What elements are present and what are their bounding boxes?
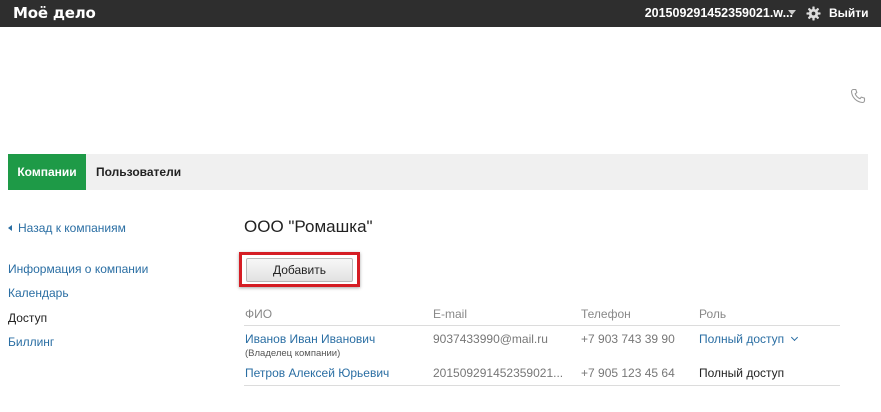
tab-users[interactable]: Пользователи <box>96 154 181 190</box>
phone-icon[interactable] <box>850 88 866 104</box>
user-role: Полный доступ <box>699 366 785 380</box>
role-dropdown-label: Полный доступ <box>699 332 785 346</box>
user-email: 9037433990@mail.ru <box>433 332 548 346</box>
sidebar-item-access[interactable]: Доступ <box>8 311 47 325</box>
back-to-companies-link[interactable]: Назад к компаниям <box>8 221 126 235</box>
app-logo[interactable]: Моё дело <box>13 4 96 22</box>
sidebar-item-company-info[interactable]: Информация о компании <box>8 262 148 276</box>
sidebar-item-calendar[interactable]: Календарь <box>8 286 69 300</box>
table-header-divider <box>244 325 840 326</box>
tab-companies[interactable]: Компании <box>8 154 86 190</box>
owner-note: (Владелец компании) <box>245 348 341 359</box>
user-email: 201509291452359021... <box>433 366 564 380</box>
top-bar: Моё дело 20150929145235902​1.w... Выйти <box>0 0 881 27</box>
column-header-phone: Телефон <box>581 307 631 321</box>
gear-icon[interactable] <box>806 6 821 21</box>
table-row-divider <box>244 385 840 386</box>
add-button[interactable]: Добавить <box>246 258 353 282</box>
logout-link[interactable]: Выйти <box>829 6 869 20</box>
sidebar-item-billing[interactable]: Биллинг <box>8 335 54 349</box>
column-header-name: ФИО <box>245 307 273 321</box>
account-menu[interactable]: 20150929145235902​1.w... <box>645 6 793 20</box>
chevron-down-icon[interactable] <box>788 10 796 15</box>
user-phone: +7 905 123 45 64 <box>581 366 675 380</box>
user-phone: +7 903 743 39 90 <box>581 332 675 346</box>
column-header-role: Роль <box>699 307 727 321</box>
role-dropdown[interactable]: Полный доступ <box>699 332 799 346</box>
chevron-down-icon <box>791 333 799 342</box>
company-title: ООО "Ромашка" <box>244 217 373 236</box>
tab-bar: Компании Пользователи <box>8 154 868 190</box>
user-name-link[interactable]: Петров Алексей Юрьевич <box>245 366 389 380</box>
back-link-label: Назад к компаниям <box>18 221 126 235</box>
back-arrow-icon <box>8 225 12 231</box>
user-name-link[interactable]: Иванов Иван Иванович <box>245 332 375 346</box>
column-header-email: E-mail <box>433 307 468 321</box>
